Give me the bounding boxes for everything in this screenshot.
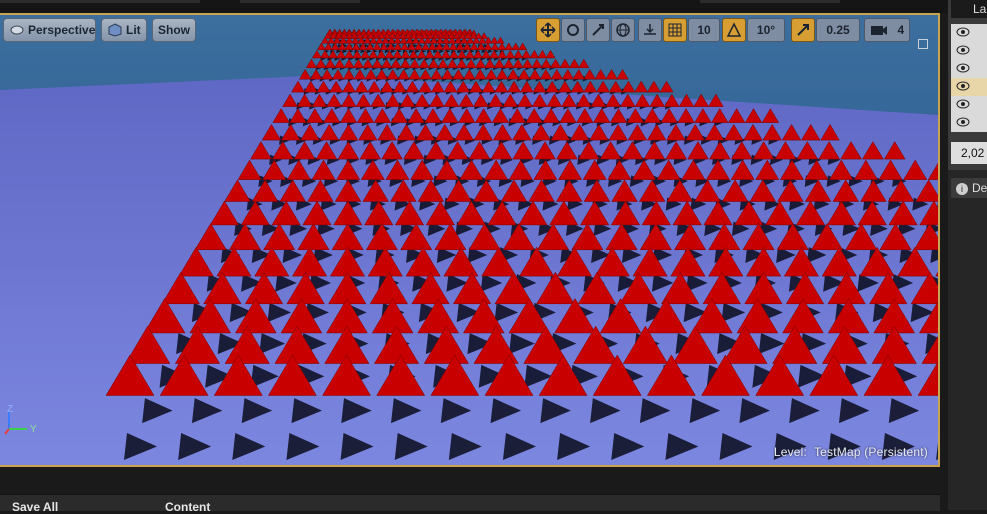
scale-icon: [592, 24, 604, 36]
axis-z-label: Z: [7, 405, 13, 415]
save-all-button[interactable]: Save All: [12, 500, 58, 514]
scale-tool-button[interactable]: [586, 18, 610, 42]
outliner-row[interactable]: [951, 42, 987, 60]
layers-panel: La 2,02: [948, 0, 987, 170]
eye-icon[interactable]: [956, 45, 970, 55]
translate-icon: [540, 22, 556, 38]
layers-tab[interactable]: La: [951, 0, 987, 18]
camera-speed-button[interactable]: 4: [864, 18, 910, 42]
details-tab[interactable]: i De: [951, 178, 987, 198]
grid-snap-text: 10: [697, 23, 711, 37]
outliner-row-selected[interactable]: [951, 78, 987, 96]
top-tab-edge: [0, 0, 200, 3]
outliner-row[interactable]: [951, 24, 987, 42]
grid-snap-value[interactable]: 10: [688, 18, 720, 42]
outliner-row[interactable]: [951, 96, 987, 114]
show-button[interactable]: Show: [152, 18, 196, 42]
grid-icon: [668, 23, 682, 37]
eye-icon[interactable]: [956, 63, 970, 73]
surface-snap-icon: [644, 24, 656, 35]
scale-snap-toggle[interactable]: [791, 18, 815, 42]
actor-count-value: 2,02: [951, 142, 987, 164]
axis-gizmo: Z Y: [4, 405, 37, 435]
translate-tool-button[interactable]: [536, 18, 560, 42]
top-tab-edge: [240, 0, 360, 3]
world-space-button[interactable]: [611, 18, 635, 42]
layers-tab-label: La: [973, 2, 987, 16]
surface-snap-button[interactable]: [638, 18, 662, 42]
scale-snap-icon: [797, 24, 809, 36]
rotation-snap-text: 10°: [756, 23, 776, 37]
lit-button[interactable]: Lit: [101, 18, 147, 42]
angle-icon: [726, 22, 742, 37]
scale-snap-text: 0.25: [826, 23, 850, 37]
perspective-label: Perspective: [28, 23, 96, 37]
eye-icon[interactable]: [956, 81, 970, 91]
eye-icon[interactable]: [956, 117, 970, 127]
scene-render[interactable]: [0, 15, 938, 465]
camera-icon: [870, 26, 887, 35]
level-name: TestMap (Persistent): [813, 445, 928, 459]
top-tab-edge: [700, 0, 840, 3]
show-label: Show: [158, 23, 190, 37]
maximize-viewport-icon[interactable]: [918, 39, 928, 49]
outliner-row[interactable]: [951, 114, 987, 132]
outliner-row[interactable]: [951, 60, 987, 78]
rotate-icon: [567, 24, 579, 36]
lit-label: Lit: [126, 23, 141, 37]
eye-icon[interactable]: [956, 27, 970, 37]
perspective-icon: [10, 23, 24, 37]
globe-icon: [616, 23, 630, 37]
content-browser-tab[interactable]: Content: [165, 500, 210, 514]
perspective-button[interactable]: Perspective: [3, 18, 96, 42]
editor-top-strip: [0, 0, 987, 13]
bottom-toolbar: Save All Content: [0, 494, 940, 514]
camera-speed-text: 4: [897, 23, 905, 37]
right-panel: La 2,02 i De: [948, 0, 987, 510]
rotation-snap-value[interactable]: 10°: [747, 18, 785, 42]
details-tab-label: De: [972, 181, 987, 195]
scale-snap-value[interactable]: 0.25: [816, 18, 860, 42]
lit-cube-icon: [108, 23, 122, 37]
level-viewport[interactable]: Perspective Lit Show 10 10° 0.25 4 Z Y L…: [0, 15, 938, 465]
info-icon: i: [956, 182, 968, 195]
rotation-snap-toggle[interactable]: [722, 18, 746, 42]
rotate-tool-button[interactable]: [561, 18, 585, 42]
eye-icon[interactable]: [956, 99, 970, 109]
level-label: Level:: [773, 445, 808, 459]
level-indicator: Level: TestMap (Persistent): [774, 445, 928, 459]
actor-count-text: 2,02: [961, 146, 985, 160]
grid-snap-toggle[interactable]: [663, 18, 687, 42]
axis-y-label: Y: [30, 424, 37, 435]
